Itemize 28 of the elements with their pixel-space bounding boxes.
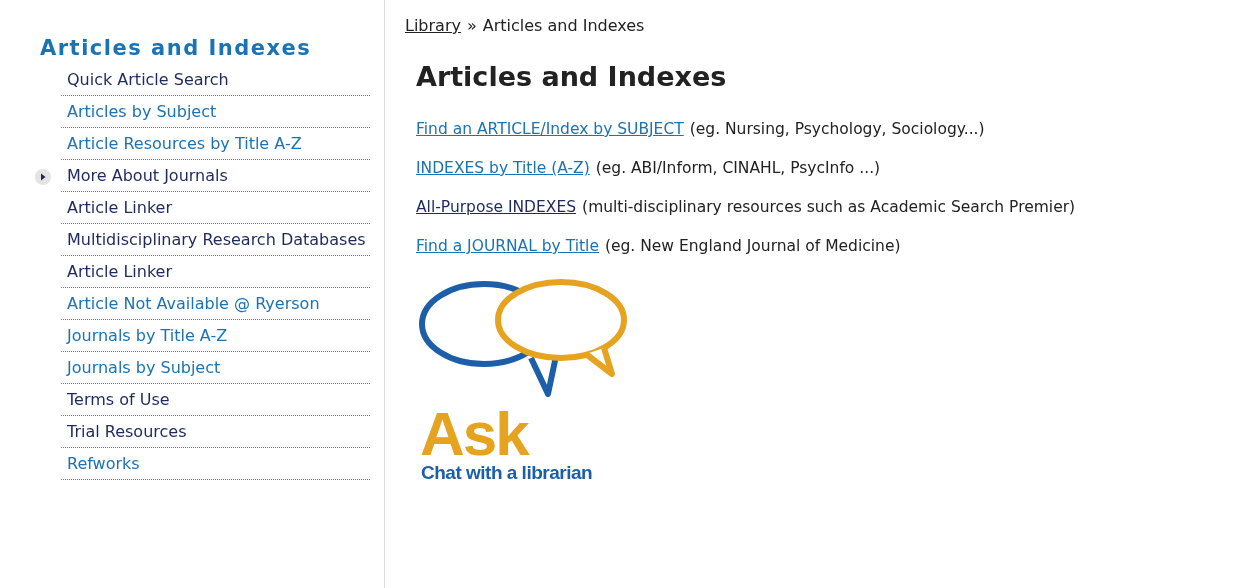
link-note: (eg. New England Journal of Medicine) [604,237,901,255]
link-note: (eg. ABI/Inform, CINAHL, PsycInfo ...) [595,159,881,177]
resource-link[interactable]: All-Purpose INDEXES [416,198,577,216]
sidebar-link[interactable]: Quick Article Search [67,68,229,91]
sidebar-link[interactable]: Terms of Use [67,388,170,411]
resource-link[interactable]: INDEXES by Title (A-Z) [416,159,590,177]
breadcrumb-link[interactable]: Library [405,16,461,35]
page-heading: Articles and Indexes [416,61,728,92]
resource-link[interactable]: Find a JOURNAL by Title [416,237,599,255]
logo-tagline: Chat with a librarian [421,462,593,484]
logo-word: Ask [420,406,528,462]
link-note: (eg. Nursing, Psychology, Sociology...) [689,120,985,138]
sidebar-link[interactable]: Journals by Subject [67,356,221,379]
breadcrumb-separator: » [466,16,477,35]
breadcrumb-current: Articles and Indexes [482,16,645,35]
sidebar-link[interactable]: Journals by Title A-Z [67,324,228,347]
sidebar-link[interactable]: Article Resources by Title A-Z [67,132,302,155]
sidebar-title: Articles and Indexes [40,36,313,60]
link-note: (multi-disciplinary resources such as Academic Search Premier) [582,198,1076,216]
sidebar-link[interactable]: Article Linker [67,196,173,219]
sidebar-link[interactable]: Article Not Available @ Ryerson [67,292,320,315]
resource-link[interactable]: Find an ARTICLE/Index by SUBJECT [416,120,684,138]
sidebar-link[interactable]: Articles by Subject [67,100,217,123]
sidebar-link[interactable]: Trial Resources [67,420,187,443]
sidebar-link[interactable]: Multidisciplinary Research Databases [67,228,366,251]
sidebar-link[interactable]: Article Linker [67,260,173,283]
sidebar-link[interactable]: More About Journals [67,164,228,187]
sidebar-link[interactable]: Refworks [67,452,140,475]
